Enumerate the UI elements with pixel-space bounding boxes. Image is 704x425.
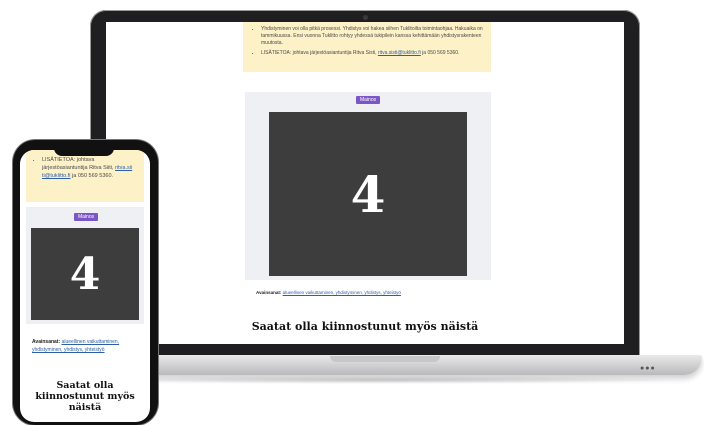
- related-heading: Saatat olla kiinnostunut myös näistä: [251, 320, 479, 333]
- ad-number: 4: [69, 248, 101, 300]
- ad-section: Mainos 4: [26, 207, 144, 324]
- ad-label: Mainos: [356, 96, 381, 104]
- keywords: Avainsanat: alueellinen vaikuttaminen, y…: [256, 290, 401, 295]
- info-box: Yhdistyminen voi olla pitkä prosessi. Yh…: [243, 22, 491, 72]
- laptop-hinge-notch: [330, 356, 440, 362]
- ad-section: Mainos 4: [245, 92, 491, 280]
- indicator-lights: ●●●: [640, 365, 656, 372]
- contact-email-link[interactable]: ritva.sisti@tuklitto.fi: [378, 50, 421, 56]
- keyword-links[interactable]: alueellinen vaikuttaminen, yhdistyminen,…: [283, 290, 401, 295]
- camera-icon: [363, 15, 368, 20]
- ad-banner[interactable]: 4: [269, 112, 467, 276]
- related-heading: Saatat olla kiinnostunut myös näistä: [35, 380, 135, 413]
- info-box: LISÄTIETOA: johtava järjestöasiantuntija…: [26, 150, 144, 202]
- contact-item: LISÄTIETOA: johtava järjestöasiantuntija…: [261, 50, 483, 57]
- keywords-label: Avainsanat:: [256, 290, 282, 295]
- ad-label: Mainos: [74, 213, 99, 221]
- keywords: Avainsanat: alueellinen vaikuttaminen, y…: [32, 338, 142, 354]
- ad-banner[interactable]: 4: [31, 228, 139, 320]
- info-item: Yhdistyminen voi olla pitkä prosessi. Yh…: [261, 26, 483, 47]
- laptop-shadow: [80, 376, 690, 384]
- ad-number: 4: [350, 164, 386, 224]
- phone-notch: [54, 146, 114, 156]
- laptop-screen: Yhdistyminen voi olla pitkä prosessi. Yh…: [106, 22, 624, 344]
- phone-screen: LISÄTIETOA: johtava järjestöasiantuntija…: [20, 150, 150, 422]
- keywords-label: Avainsanat:: [32, 339, 61, 345]
- contact-item: LISÄTIETOA: johtava järjestöasiantuntija…: [42, 156, 138, 180]
